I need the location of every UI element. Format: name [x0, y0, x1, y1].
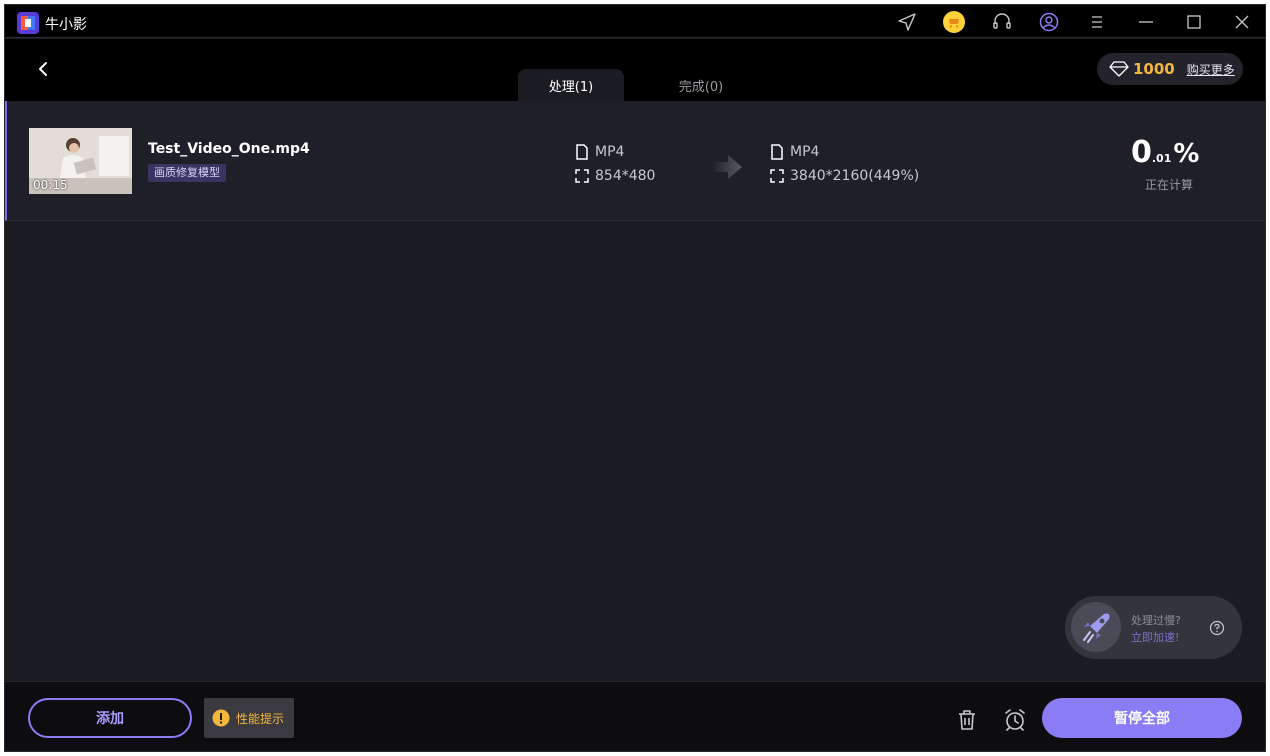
- file-name: Test_Video_One.mp4: [148, 141, 310, 157]
- source-format-label: MP4: [595, 144, 625, 160]
- headset-icon[interactable]: [990, 10, 1014, 34]
- performance-tip-button[interactable]: 性能提示: [204, 698, 294, 738]
- app-window: 牛小影 处理(1) 完成(0) 1000 购买更多 00:15 Test_Vid…: [4, 4, 1266, 752]
- menu-icon[interactable]: [1086, 10, 1110, 34]
- file-icon: [771, 144, 783, 160]
- title-bar: 牛小影: [5, 5, 1265, 38]
- close-icon[interactable]: [1230, 10, 1254, 34]
- source-resolution-label: 854*480: [595, 168, 656, 184]
- tab-processing[interactable]: 处理(1): [518, 69, 624, 101]
- progress-int: 0: [1131, 135, 1152, 170]
- trash-icon[interactable]: [955, 708, 979, 732]
- tab-completed[interactable]: 完成(0): [648, 69, 754, 101]
- points-value: 1000: [1133, 60, 1175, 78]
- rocket-icon: [1071, 602, 1121, 652]
- maximize-icon[interactable]: [1182, 10, 1206, 34]
- source-resolution: 854*480: [575, 168, 655, 184]
- header: 处理(1) 完成(0) 1000 购买更多: [5, 39, 1265, 101]
- buy-more-link[interactable]: 购买更多: [1187, 61, 1235, 78]
- progress-unit: %: [1173, 139, 1200, 169]
- account-icon[interactable]: [1037, 10, 1061, 34]
- target-resolution-label: 3840*2160(449%): [790, 168, 920, 184]
- video-thumbnail: 00:15: [29, 128, 132, 194]
- performance-tip-label: 性能提示: [236, 711, 285, 726]
- target-resolution: 3840*2160(449%): [770, 168, 919, 184]
- minimize-icon[interactable]: [1134, 10, 1158, 34]
- speedup-question: 处理过慢?: [1131, 614, 1181, 627]
- source-format: MP4: [575, 144, 624, 160]
- task-row[interactable]: 00:15 Test_Video_One.mp4 画质修复模型 MP4 854*…: [5, 101, 1265, 221]
- progress-dec: .01: [1151, 152, 1172, 165]
- model-tag: 画质修复模型: [148, 164, 226, 182]
- arrow-right-icon: [712, 155, 742, 179]
- progress-status: 正在计算: [1145, 178, 1194, 192]
- pause-all-button[interactable]: 暂停全部: [1042, 698, 1242, 738]
- target-format: MP4: [770, 144, 819, 160]
- progress-value: 0.01%: [1131, 135, 1199, 170]
- speedup-card[interactable]: 处理过慢? 立即加速!: [1065, 596, 1242, 659]
- app-logo-icon: [17, 12, 39, 34]
- resolution-icon: [770, 169, 784, 183]
- alarm-clock-icon[interactable]: [1003, 708, 1027, 732]
- diamond-icon: [1109, 61, 1129, 77]
- speedup-action[interactable]: 立即加速!: [1131, 629, 1179, 645]
- shop-icon[interactable]: [942, 10, 966, 34]
- file-icon: [576, 144, 588, 160]
- send-icon[interactable]: [895, 10, 919, 34]
- footer: 添加 性能提示 暂停全部: [5, 681, 1265, 751]
- help-icon[interactable]: [1209, 620, 1225, 636]
- app-title: 牛小影: [45, 17, 87, 33]
- video-duration: 00:15: [33, 178, 68, 192]
- resolution-icon: [575, 169, 589, 183]
- add-button[interactable]: 添加: [28, 698, 192, 738]
- warning-icon: [212, 709, 230, 727]
- target-format-label: MP4: [790, 144, 820, 160]
- back-icon[interactable]: [33, 59, 53, 79]
- points-pill: 1000 购买更多: [1097, 53, 1243, 85]
